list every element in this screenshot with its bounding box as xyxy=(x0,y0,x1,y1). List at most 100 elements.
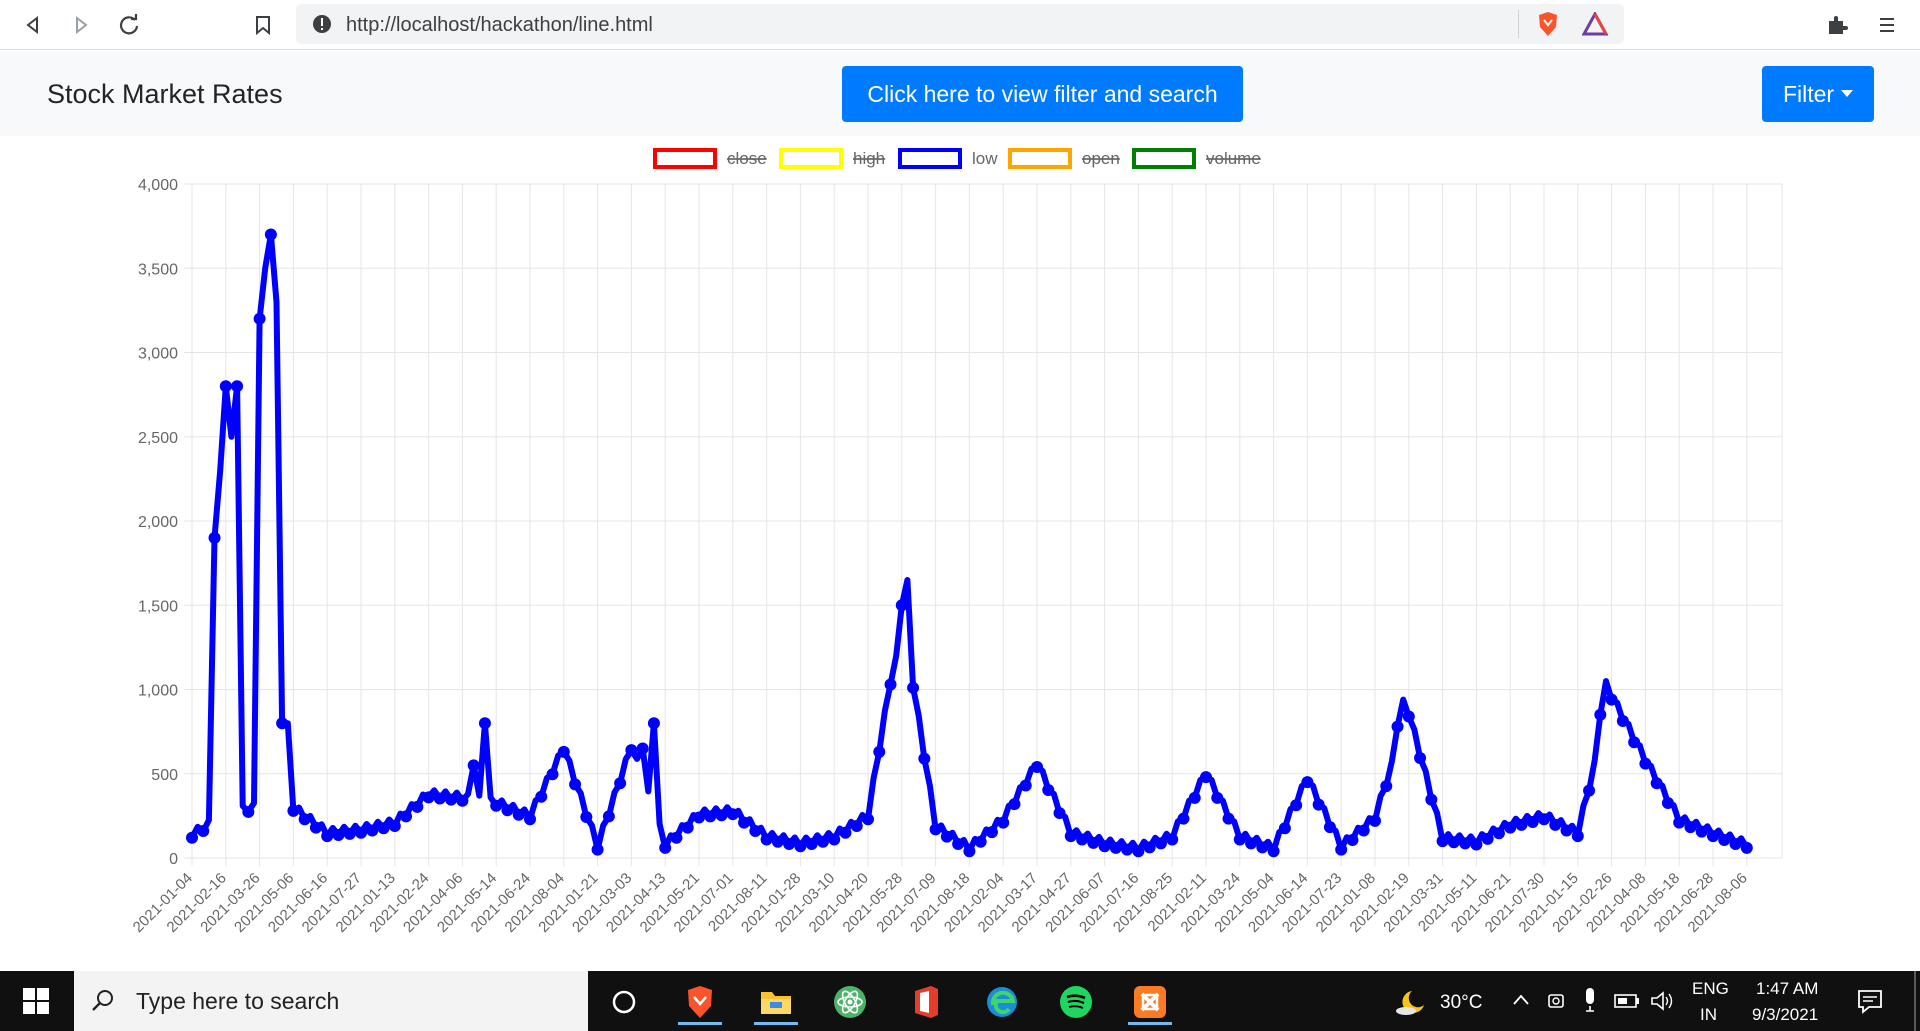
data-point-low[interactable] xyxy=(1560,824,1573,837)
data-point-low[interactable] xyxy=(1661,796,1674,809)
data-point-low[interactable] xyxy=(1008,798,1021,811)
clock-date[interactable]: 9/3/2021 xyxy=(1752,1005,1818,1025)
legend-label-close[interactable]: close xyxy=(727,149,767,168)
data-point-low[interactable] xyxy=(309,821,322,834)
data-point-low[interactable] xyxy=(456,794,469,807)
data-point-low[interactable] xyxy=(1571,830,1584,843)
data-point-low[interactable] xyxy=(1076,833,1089,846)
legend-label-open[interactable]: open xyxy=(1082,149,1120,168)
data-point-low[interactable] xyxy=(997,816,1010,829)
data-point-low[interactable] xyxy=(422,791,435,804)
data-point-low[interactable] xyxy=(1470,838,1483,851)
data-point-low[interactable] xyxy=(1639,757,1652,770)
data-point-low[interactable] xyxy=(1166,833,1179,846)
data-point-low[interactable] xyxy=(1707,830,1719,843)
data-point-low[interactable] xyxy=(433,792,446,805)
data-point-low[interactable] xyxy=(1391,720,1404,733)
data-point-low[interactable] xyxy=(1087,836,1100,849)
data-point-low[interactable] xyxy=(1684,821,1697,834)
data-point-low[interactable] xyxy=(1549,818,1562,831)
data-point-low[interactable] xyxy=(1098,840,1111,853)
data-point-low[interactable] xyxy=(985,826,998,839)
data-point-low[interactable] xyxy=(1425,793,1438,806)
data-point-low[interactable] xyxy=(693,811,705,824)
microphone-icon[interactable] xyxy=(1582,987,1598,1013)
data-point-low[interactable] xyxy=(1729,837,1742,850)
legend-swatch-open[interactable] xyxy=(1008,148,1072,169)
data-point-low[interactable] xyxy=(1143,841,1156,854)
data-point-low[interactable] xyxy=(1447,836,1460,849)
data-point-low[interactable] xyxy=(884,678,897,691)
data-point-low[interactable] xyxy=(1673,816,1686,829)
data-point-low[interactable] xyxy=(1492,827,1505,840)
data-point-low[interactable] xyxy=(659,841,672,854)
data-point-low[interactable] xyxy=(940,830,953,843)
data-point-low[interactable] xyxy=(1188,791,1201,804)
data-point-low[interactable] xyxy=(760,833,773,846)
data-point-low[interactable] xyxy=(1335,843,1348,856)
show-desktop-button[interactable] xyxy=(1914,971,1916,1031)
taskbar-app-office[interactable] xyxy=(898,979,954,1025)
menu-button[interactable] xyxy=(1872,10,1902,40)
data-point-low[interactable] xyxy=(1481,832,1494,845)
data-point-low[interactable] xyxy=(929,823,942,836)
data-point-low[interactable] xyxy=(602,810,615,823)
weather-temperature[interactable]: 30°C xyxy=(1440,992,1482,1014)
brave-rewards-icon[interactable] xyxy=(1582,12,1608,36)
data-point-low[interactable] xyxy=(1414,752,1427,765)
data-point-low[interactable] xyxy=(907,681,920,694)
data-point-low[interactable] xyxy=(1121,843,1134,856)
data-point-low[interactable] xyxy=(670,831,683,844)
data-point-low[interactable] xyxy=(726,808,739,821)
data-point-low[interactable] xyxy=(1346,834,1359,847)
data-point-low[interactable] xyxy=(1323,821,1336,834)
taskbar-search-box[interactable]: Type here to search xyxy=(74,971,588,1031)
data-point-low[interactable] xyxy=(1436,835,1449,848)
data-point-low[interactable] xyxy=(332,828,345,841)
data-point-low[interactable] xyxy=(1583,784,1596,797)
data-point-low[interactable] xyxy=(388,819,401,832)
data-point-low[interactable] xyxy=(1526,816,1539,829)
legend-swatch-close[interactable] xyxy=(653,148,717,169)
data-point-low[interactable] xyxy=(1718,834,1731,847)
data-point-low[interactable] xyxy=(1369,814,1381,827)
data-point-low[interactable] xyxy=(298,813,311,826)
data-point-low[interactable] xyxy=(783,837,796,850)
data-point-low[interactable] xyxy=(355,826,367,839)
data-point-low[interactable] xyxy=(862,813,874,826)
data-point-low[interactable] xyxy=(219,380,232,393)
data-point-low[interactable] xyxy=(197,825,210,838)
legend-swatch-low[interactable] xyxy=(898,148,962,169)
data-point-low[interactable] xyxy=(1064,830,1077,843)
data-point-low[interactable] xyxy=(231,380,244,393)
battery-icon[interactable] xyxy=(1614,993,1640,1009)
data-point-low[interactable] xyxy=(1267,845,1280,858)
data-point-low[interactable] xyxy=(1019,779,1032,792)
data-point-low[interactable] xyxy=(501,804,514,817)
data-point-low[interactable] xyxy=(1459,837,1472,850)
taskbar-app-spotify[interactable] xyxy=(1048,979,1104,1025)
data-point-low[interactable] xyxy=(974,835,987,848)
data-point-low[interactable] xyxy=(377,822,390,835)
data-point-low[interactable] xyxy=(400,810,413,823)
data-point-low[interactable] xyxy=(591,843,604,856)
navbar-brand[interactable]: Stock Market Rates xyxy=(47,79,283,110)
data-point-low[interactable] xyxy=(816,835,829,848)
data-point-low[interactable] xyxy=(569,778,582,791)
legend-swatch-volume[interactable] xyxy=(1132,148,1196,169)
back-button[interactable] xyxy=(18,10,48,40)
data-point-low[interactable] xyxy=(478,717,491,730)
taskbar-app-xampp[interactable] xyxy=(1122,979,1178,1025)
taskbar-app-atom[interactable] xyxy=(822,979,878,1025)
meet-now-icon[interactable] xyxy=(1546,989,1566,1013)
data-point-low[interactable] xyxy=(186,831,198,844)
data-point-low[interactable] xyxy=(1256,841,1269,854)
taskbar-app-edge[interactable] xyxy=(974,979,1030,1025)
brave-shields-icon[interactable] xyxy=(1536,11,1560,37)
data-point-low[interactable] xyxy=(512,808,525,821)
data-point-low[interactable] xyxy=(1380,780,1393,793)
task-view-button[interactable] xyxy=(596,979,652,1025)
data-point-low[interactable] xyxy=(873,745,886,758)
data-point-low[interactable] xyxy=(1132,845,1145,858)
data-point-low[interactable] xyxy=(276,717,289,730)
